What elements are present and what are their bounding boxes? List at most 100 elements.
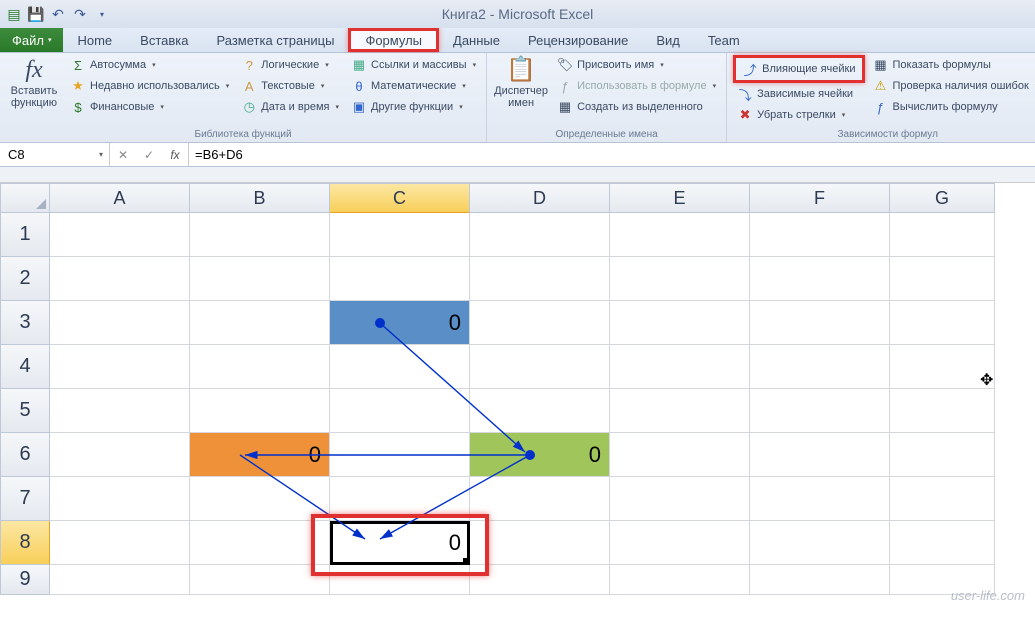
cell-A2[interactable]: [50, 257, 190, 301]
spreadsheet-grid[interactable]: A B C D E F G 1 2 30 4 5 600 7 80 9: [0, 183, 1035, 595]
cell-E3[interactable]: [610, 301, 750, 345]
row-header-4[interactable]: 4: [0, 345, 50, 389]
cell-B5[interactable]: [190, 389, 330, 433]
cell-C9[interactable]: [330, 565, 470, 595]
cell-G1[interactable]: [890, 213, 995, 257]
cell-C7[interactable]: [330, 477, 470, 521]
cell-D1[interactable]: [470, 213, 610, 257]
cell-F9[interactable]: [750, 565, 890, 595]
cell-G3[interactable]: [890, 301, 995, 345]
row-header-2[interactable]: 2: [0, 257, 50, 301]
cell-C3[interactable]: 0: [330, 301, 470, 345]
col-header-D[interactable]: D: [470, 183, 610, 213]
tab-data[interactable]: Данные: [439, 28, 514, 52]
cell-E4[interactable]: [610, 345, 750, 389]
cell-E5[interactable]: [610, 389, 750, 433]
cell-C8[interactable]: 0: [330, 521, 470, 565]
row-header-5[interactable]: 5: [0, 389, 50, 433]
cell-B7[interactable]: [190, 477, 330, 521]
cell-B8[interactable]: [190, 521, 330, 565]
cell-D8[interactable]: [470, 521, 610, 565]
cell-F6[interactable]: [750, 433, 890, 477]
error-checking-button[interactable]: ⚠Проверка наличия ошибок▾: [869, 76, 1035, 96]
cell-D4[interactable]: [470, 345, 610, 389]
cell-C4[interactable]: [330, 345, 470, 389]
row-header-8[interactable]: 8: [0, 521, 50, 565]
cell-A6[interactable]: [50, 433, 190, 477]
cell-F2[interactable]: [750, 257, 890, 301]
row-header-9[interactable]: 9: [0, 565, 50, 595]
cell-D9[interactable]: [470, 565, 610, 595]
cell-A1[interactable]: [50, 213, 190, 257]
insert-function-button[interactable]: fx Вставить функцию: [6, 55, 62, 112]
autosum-button[interactable]: ΣАвтосумма▾: [66, 55, 233, 75]
cell-D3[interactable]: [470, 301, 610, 345]
redo-icon[interactable]: ↷: [70, 4, 90, 24]
cell-D2[interactable]: [470, 257, 610, 301]
tab-formulas[interactable]: Формулы: [348, 28, 439, 52]
cell-E9[interactable]: [610, 565, 750, 595]
tab-insert[interactable]: Вставка: [126, 28, 202, 52]
undo-icon[interactable]: ↶: [48, 4, 68, 24]
cell-E1[interactable]: [610, 213, 750, 257]
cell-F5[interactable]: [750, 389, 890, 433]
cell-F1[interactable]: [750, 213, 890, 257]
col-header-G[interactable]: G: [890, 183, 995, 213]
cell-E8[interactable]: [610, 521, 750, 565]
datetime-button[interactable]: ◷Дата и время▾: [237, 97, 343, 117]
row-header-3[interactable]: 3: [0, 301, 50, 345]
show-formulas-button[interactable]: ▦Показать формулы: [869, 55, 1035, 75]
cell-D5[interactable]: [470, 389, 610, 433]
cell-G8[interactable]: [890, 521, 995, 565]
evaluate-formula-button[interactable]: ƒВычислить формулу: [869, 97, 1035, 117]
cell-B1[interactable]: [190, 213, 330, 257]
cell-B2[interactable]: [190, 257, 330, 301]
cell-A4[interactable]: [50, 345, 190, 389]
cell-C5[interactable]: [330, 389, 470, 433]
row-header-7[interactable]: 7: [0, 477, 50, 521]
tab-view[interactable]: Вид: [642, 28, 694, 52]
cancel-icon[interactable]: ✕: [110, 143, 136, 166]
trace-dependents-button[interactable]: ⤵Зависимые ячейки: [733, 84, 864, 104]
cell-B6[interactable]: 0: [190, 433, 330, 477]
define-name-button[interactable]: 🏷Присвоить имя▾: [553, 55, 720, 75]
cell-B4[interactable]: [190, 345, 330, 389]
fx-button-icon[interactable]: fx: [162, 143, 188, 166]
col-header-E[interactable]: E: [610, 183, 750, 213]
cell-C6[interactable]: [330, 433, 470, 477]
lookup-button[interactable]: ▦Ссылки и массивы▾: [347, 55, 480, 75]
cell-F8[interactable]: [750, 521, 890, 565]
col-header-C[interactable]: C: [330, 183, 470, 213]
cell-G7[interactable]: [890, 477, 995, 521]
tab-team[interactable]: Team: [694, 28, 754, 52]
cell-D6[interactable]: 0: [470, 433, 610, 477]
use-in-formula-button[interactable]: ƒИспользовать в формуле▾: [553, 76, 720, 96]
cell-B3[interactable]: [190, 301, 330, 345]
cell-E2[interactable]: [610, 257, 750, 301]
create-from-selection-button[interactable]: ▦Создать из выделенного: [553, 97, 720, 117]
qat-dropdown-icon[interactable]: ▾: [92, 4, 112, 24]
col-header-B[interactable]: B: [190, 183, 330, 213]
name-box[interactable]: C8: [0, 143, 110, 166]
formula-input[interactable]: =B6+D6: [189, 143, 1035, 166]
name-manager-button[interactable]: 📋 Диспетчер имен: [493, 55, 549, 112]
file-tab[interactable]: Файл▾: [0, 28, 63, 52]
cell-A8[interactable]: [50, 521, 190, 565]
text-button[interactable]: AТекстовые▾: [237, 76, 343, 96]
cell-F4[interactable]: [750, 345, 890, 389]
cell-C2[interactable]: [330, 257, 470, 301]
cell-A3[interactable]: [50, 301, 190, 345]
cell-F3[interactable]: [750, 301, 890, 345]
trace-precedents-button[interactable]: ⤴Влияющие ячейки: [733, 55, 864, 83]
cell-A9[interactable]: [50, 565, 190, 595]
cell-B9[interactable]: [190, 565, 330, 595]
cell-A7[interactable]: [50, 477, 190, 521]
cell-G5[interactable]: [890, 389, 995, 433]
cell-F7[interactable]: [750, 477, 890, 521]
financial-button[interactable]: $Финансовые▾: [66, 97, 233, 117]
recent-button[interactable]: ★Недавно использовались▾: [66, 76, 233, 96]
cell-C1[interactable]: [330, 213, 470, 257]
save-icon[interactable]: 💾: [26, 4, 46, 24]
cell-A5[interactable]: [50, 389, 190, 433]
cell-G2[interactable]: [890, 257, 995, 301]
